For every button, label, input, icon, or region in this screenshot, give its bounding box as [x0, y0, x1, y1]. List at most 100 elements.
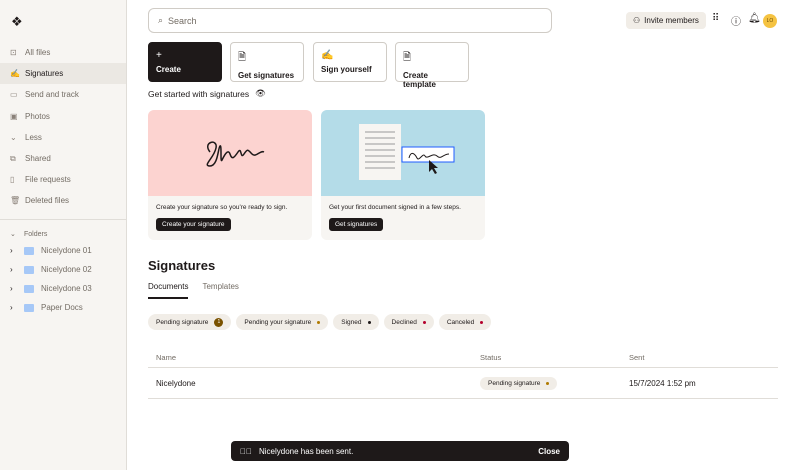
- status-label: Pending signature: [488, 379, 541, 387]
- folder-item[interactable]: › Nicelydone 03: [0, 279, 126, 298]
- search-placeholder: Search: [168, 15, 197, 26]
- chevron-right-icon[interactable]: ›: [10, 246, 24, 255]
- shared-icon: ⧉: [10, 153, 16, 163]
- search-input[interactable]: ⌕ Search: [148, 8, 552, 33]
- create-button[interactable]: + Create: [148, 42, 222, 82]
- status-dot: [480, 320, 484, 324]
- folder-item[interactable]: › Nicelydone 01: [0, 241, 126, 260]
- close-button[interactable]: Close: [538, 447, 560, 456]
- sidebar-item-label: Photos: [25, 111, 50, 121]
- sidebar-item-label: Send and track: [25, 90, 79, 100]
- action-label: Create: [156, 65, 181, 74]
- column-name[interactable]: Name: [156, 353, 480, 362]
- help-icon[interactable]: ⓘ: [731, 13, 741, 28]
- filter-pending-your-signature[interactable]: Pending your signature: [236, 314, 329, 330]
- table-row[interactable]: Nicelydone Pending signature 15/7/2024 1…: [148, 368, 778, 399]
- filter-signed[interactable]: Signed: [333, 314, 379, 330]
- sidebar-item-photos[interactable]: ▣ Photos: [0, 106, 126, 127]
- folders-label: Folders: [24, 230, 48, 238]
- chevron-right-icon[interactable]: ›: [10, 284, 24, 293]
- chevron-right-icon[interactable]: ›: [10, 303, 24, 312]
- people-folder-icon: ⊡: [10, 48, 17, 58]
- status-dot: [367, 320, 371, 324]
- create-your-signature-button[interactable]: Create your signature: [156, 218, 231, 231]
- sidebar-item-all-files[interactable]: ⊡ All files: [0, 42, 126, 63]
- action-label: Get signatures: [238, 71, 295, 80]
- column-status[interactable]: Status: [480, 353, 629, 362]
- chip-label: Canceled: [446, 318, 475, 326]
- sidebar-item-label: All files: [25, 48, 51, 58]
- folder-icon: [24, 246, 34, 255]
- send-track-icon: ▭: [10, 90, 18, 100]
- signature-icon: ✍: [10, 69, 20, 79]
- action-label: Sign yourself: [321, 65, 372, 74]
- column-sent[interactable]: Sent: [629, 353, 644, 362]
- filter-canceled[interactable]: Canceled: [438, 314, 492, 330]
- folders-header[interactable]: ⌄ Folders: [0, 227, 126, 241]
- chevron-down-icon: ⌄: [10, 231, 16, 238]
- sidebar-item-file-requests[interactable]: ▯ File requests: [0, 169, 126, 190]
- tab-documents[interactable]: Documents: [148, 282, 189, 299]
- sidebar-item-label: Shared: [25, 154, 51, 164]
- document-icon: 🗎: [238, 52, 247, 63]
- sidebar-item-less[interactable]: ⌄ Less: [0, 127, 126, 148]
- sidebar: ❖ ⊡ All files ✍ Signatures ▭ Send and track…: [0, 0, 127, 470]
- file-request-icon: ▯: [10, 175, 15, 185]
- status-dot: [422, 320, 426, 324]
- folder-icon: [24, 303, 34, 312]
- sidebar-item-label: File requests: [25, 175, 71, 185]
- folder-item[interactable]: › Paper Docs: [0, 298, 126, 317]
- documents-table: Name Status Sent Nicelydone Pending sign…: [148, 347, 778, 399]
- tabs: Documents Templates: [148, 282, 239, 299]
- get-started-label: Get started with signatures: [148, 88, 250, 99]
- sidebar-item-shared[interactable]: ⧉ Shared: [0, 148, 126, 169]
- create-template-button[interactable]: 🗎 Create template: [395, 42, 469, 89]
- apps-grid-icon[interactable]: ⠿: [712, 13, 719, 24]
- chip-label: Pending your signature: [244, 318, 312, 326]
- filter-pending-signature[interactable]: Pending signature 1: [148, 314, 232, 330]
- avatar[interactable]: LO: [763, 14, 777, 28]
- sidebar-item-send-and-track[interactable]: ▭ Send and track: [0, 84, 126, 105]
- sidebar-divider: [0, 219, 126, 220]
- chip-label: Signed: [341, 318, 362, 326]
- folders-section: ⌄ Folders › Nicelydone 01 › Nicelydone 02 ›…: [0, 227, 126, 317]
- check-circle-icon: ✓⃝: [240, 446, 252, 456]
- document-sign-icon: [359, 124, 455, 180]
- sidebar-item-label: Less: [25, 132, 42, 142]
- get-signatures-card-button[interactable]: Get signatures: [329, 218, 384, 231]
- sign-yourself-button[interactable]: ✍ Sign yourself: [313, 42, 387, 82]
- template-icon: 🗎: [403, 52, 412, 63]
- bell-icon[interactable]: 🔔︎: [748, 13, 761, 24]
- eye-icon[interactable]: 👁︎: [255, 88, 266, 99]
- get-signatures-button[interactable]: 🗎 Get signatures: [230, 42, 304, 82]
- sidebar-nav: ⊡ All files ✍ Signatures ▭ Send and track ▣…: [0, 42, 126, 212]
- folder-item[interactable]: › Nicelydone 02: [0, 260, 126, 279]
- plus-icon: +: [156, 50, 162, 61]
- filter-declined[interactable]: Declined: [383, 314, 434, 330]
- sidebar-item-deleted-files[interactable]: 🗑 Deleted files: [0, 190, 126, 211]
- status-dot: [546, 381, 550, 385]
- signature-illustration: [148, 110, 312, 196]
- invite-members-button[interactable]: ⚇ Invite members: [626, 12, 706, 29]
- status-badge: Pending signature: [480, 376, 558, 390]
- tab-templates[interactable]: Templates: [202, 282, 238, 299]
- invite-label: Invite members: [644, 16, 699, 25]
- signature-scribble-icon: [206, 141, 265, 167]
- folder-name: Nicelydone 01: [41, 246, 92, 255]
- photo-icon: ▣: [10, 111, 18, 121]
- folder-icon: [24, 265, 34, 274]
- document-illustration: [321, 110, 485, 196]
- filter-chips: Pending signature 1 Pending your signatur…: [148, 314, 492, 330]
- sidebar-item-signatures[interactable]: ✍ Signatures: [0, 63, 126, 85]
- document-name[interactable]: Nicelydone: [156, 379, 480, 388]
- folder-icon: [24, 284, 34, 293]
- get-started-heading: Get started with signatures 👁︎: [148, 88, 266, 99]
- dropbox-logo-icon[interactable]: ❖: [11, 14, 23, 30]
- toast-message: Nicelydone has been sent.: [259, 446, 354, 456]
- page-title: Signatures: [148, 258, 216, 273]
- signature-icon: ✍: [321, 50, 334, 61]
- add-user-icon: ⚇: [633, 16, 641, 25]
- create-signature-card: Create your signature so you're ready to…: [148, 110, 312, 240]
- action-label: Create template: [403, 71, 436, 89]
- chevron-right-icon[interactable]: ›: [10, 265, 24, 274]
